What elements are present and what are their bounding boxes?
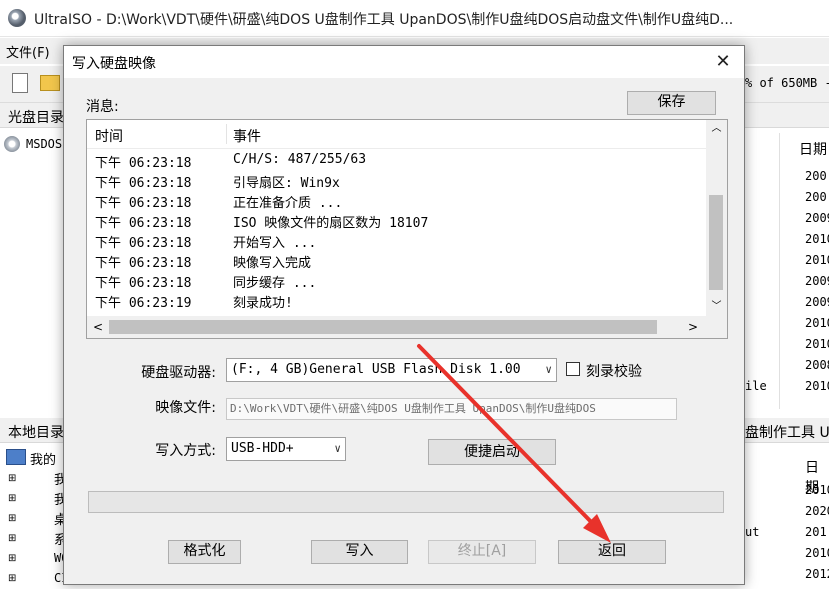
annotation-arrow — [417, 344, 611, 543]
